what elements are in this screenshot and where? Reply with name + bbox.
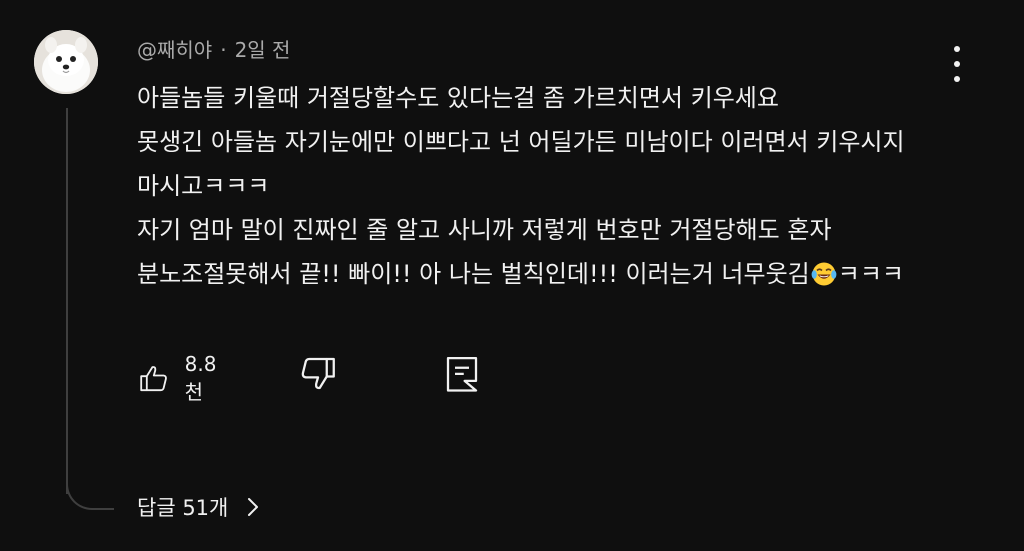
thread-connector (66, 470, 114, 510)
comment-line-text: 분노조절못해서 끝!! 빠이!! 아 나는 벌칙인데!!! 이러는거 너무웃김 (137, 260, 810, 288)
dislike-button[interactable] (297, 352, 339, 394)
like-count: 8.8천 (184, 352, 217, 404)
more-dot-icon (954, 61, 960, 67)
comment-line: 자기 엄마 말이 진짜인 줄 알고 사니까 저렇게 번호만 거절당해도 혼자 (137, 216, 832, 244)
comment-text: 아들놈들 키울때 거절당할수도 있다는걸 좀 가르치면서 키우세요 못생긴 아들… (137, 76, 977, 296)
meta-separator: · (220, 38, 227, 62)
view-replies-button[interactable]: 답글 51개 (137, 492, 260, 522)
more-dot-icon (954, 46, 960, 52)
comment-line-last: 분노조절못해서 끝!! 빠이!! 아 나는 벌칙인데!!! 이러는거 너무웃김 … (137, 252, 977, 296)
author-avatar[interactable] (34, 30, 98, 94)
comment-meta: @째히야 · 2일 전 (137, 34, 290, 63)
author-handle[interactable]: @째히야 (137, 38, 212, 62)
thumbs-down-icon (301, 357, 335, 390)
comment-line: 못생긴 아들놈 자기눈에만 이쁘다고 넌 어딜가든 미남이다 이러면서 키우시지 (137, 128, 905, 156)
dog-avatar-image (34, 30, 98, 94)
thread-line (66, 108, 68, 494)
face-with-tears-of-joy-icon (811, 262, 837, 286)
thumbs-up-icon (140, 365, 167, 391)
chevron-right-icon (248, 498, 259, 516)
comment-line: 마시고ㅋㅋㅋ (137, 172, 270, 200)
comment-timestamp[interactable]: 2일 전 (235, 38, 291, 62)
comment-reply-icon (446, 356, 478, 392)
comment-line: 아들놈들 키울때 거절당할수도 있다는걸 좀 가르치면서 키우세요 (137, 84, 779, 112)
like-button[interactable]: 8.8천 (137, 352, 225, 405)
reply-button[interactable] (441, 352, 483, 394)
replies-count-label: 답글 51개 (137, 496, 229, 520)
comment-line-suffix: ㅋㅋㅋ (837, 260, 904, 288)
